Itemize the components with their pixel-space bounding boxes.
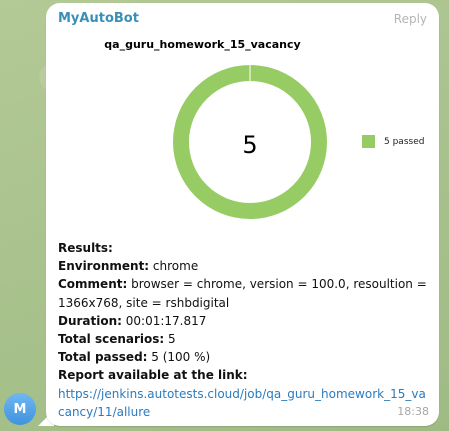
comment-label: Comment: xyxy=(58,277,128,292)
duration-value: 00:01:17.817 xyxy=(121,313,207,328)
environment-value: chrome xyxy=(149,259,199,274)
total-passed-value: 5 (100 %) xyxy=(147,350,211,365)
report-text: Results: Environment: chrome Comment: br… xyxy=(58,239,430,421)
results-heading: Results: xyxy=(58,241,113,255)
duration-label: Duration: xyxy=(58,313,122,328)
report-link[interactable]: https://jenkins.autotests.cloud/job/qa_g… xyxy=(58,387,426,419)
legend-label-passed: 5 passed xyxy=(384,136,425,147)
bot-avatar[interactable]: M xyxy=(4,393,36,425)
chart-title: qa_guru_homework_15_vacancy xyxy=(104,38,301,51)
message-time: 18:38 xyxy=(397,405,429,418)
total-scenarios-value: 5 xyxy=(164,332,176,347)
total-passed-label: Total passed: xyxy=(58,350,148,365)
sender-name[interactable]: MyAutoBot xyxy=(58,11,139,26)
total-scenarios-label: Total scenarios: xyxy=(58,332,165,347)
donut-chart: 5 xyxy=(173,65,327,219)
legend-swatch-passed xyxy=(362,135,375,148)
donut-center-label: 5 xyxy=(242,131,257,159)
reply-button[interactable]: Reply xyxy=(394,12,427,26)
message-bubble: MyAutoBot Reply qa_guru_homework_15_vaca… xyxy=(46,3,439,426)
environment-label: Environment: xyxy=(58,259,150,274)
link-label: Report available at the link: xyxy=(58,368,248,383)
chart-legend: 5 passed xyxy=(362,135,424,148)
